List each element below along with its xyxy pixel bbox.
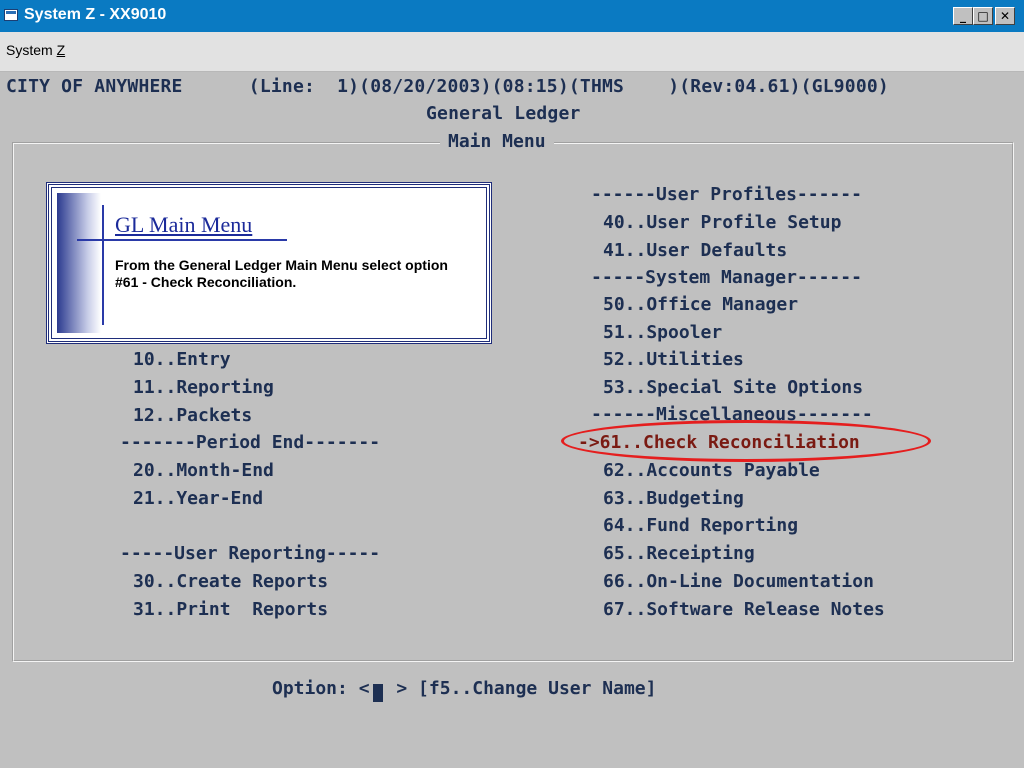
callout-gradient-bar [57, 193, 101, 333]
close-button[interactable]: ✕ [995, 7, 1015, 25]
menu-system-z[interactable]: System Z [6, 42, 65, 58]
title-bar[interactable]: System Z - XX9010 _ □ ✕ [0, 0, 1024, 32]
change-user-hint: > [f5..Change User Name] [385, 678, 657, 699]
section-header-user-profiles: ------User Profiles------ [591, 184, 862, 205]
page-title: General Ledger [426, 103, 581, 124]
status-header: CITY OF ANYWHERE (Line: 1)(08/20/2003)(0… [6, 76, 889, 97]
option-input[interactable] [372, 683, 383, 702]
menu-system-z-accelerator: Z [56, 42, 66, 58]
window-title: System Z - XX9010 [24, 6, 167, 23]
option-label: Option: < [272, 678, 370, 699]
section-header-system-manager: -----System Manager------ [591, 267, 862, 288]
menu-option-51[interactable]: 51..Spooler [603, 322, 722, 344]
menu-bar: System Z [0, 32, 1024, 72]
menu-option-52[interactable]: 52..Utilities [603, 349, 744, 371]
menu-option-41[interactable]: 41..User Defaults [603, 240, 787, 262]
minimize-button[interactable]: _ [953, 7, 973, 25]
maximize-button[interactable]: □ [973, 7, 993, 25]
menu-option-31[interactable]: 31..Print Reports [133, 599, 328, 621]
menu-option-66[interactable]: 66..On-Line Documentation [603, 571, 874, 593]
menu-option-30[interactable]: 30..Create Reports [133, 571, 328, 593]
menu-option-11[interactable]: 11..Reporting [133, 377, 274, 399]
annotation-callout: GL Main Menu From the General Ledger Mai… [46, 182, 492, 344]
section-header-period-end: -------Period End------- [120, 432, 381, 453]
terminal-screen: CITY OF ANYWHERE (Line: 1)(08/20/2003)(0… [0, 72, 1024, 768]
menu-system-z-label: System [6, 42, 57, 58]
menu-option-65[interactable]: 65..Receipting [603, 543, 755, 565]
menu-option-63[interactable]: 63..Budgeting [603, 488, 744, 510]
highlight-ellipse [561, 420, 931, 462]
menu-option-10[interactable]: 10..Entry [133, 349, 231, 371]
menu-option-62[interactable]: 62..Accounts Payable [603, 460, 820, 482]
menu-option-12[interactable]: 12..Packets [133, 405, 252, 427]
callout-horizontal-rule [77, 239, 287, 241]
panel-title: Main Menu [440, 131, 554, 153]
menu-option-20[interactable]: 20..Month-End [133, 460, 274, 482]
app-window-icon[interactable] [4, 9, 18, 21]
menu-option-40[interactable]: 40..User Profile Setup [603, 212, 841, 234]
menu-option-53[interactable]: 53..Special Site Options [603, 377, 863, 399]
callout-vertical-rule [102, 205, 104, 325]
menu-option-21[interactable]: 21..Year-End [133, 488, 263, 510]
option-prompt: Option: < > [f5..Change User Name] [272, 678, 656, 702]
callout-body: From the General Ledger Main Menu select… [115, 257, 448, 290]
callout-title: GL Main Menu [115, 212, 253, 237]
section-header-user-reporting: -----User Reporting----- [120, 543, 381, 564]
menu-option-67[interactable]: 67..Software Release Notes [603, 599, 885, 621]
menu-option-50[interactable]: 50..Office Manager [603, 294, 798, 316]
menu-option-64[interactable]: 64..Fund Reporting [603, 515, 798, 537]
